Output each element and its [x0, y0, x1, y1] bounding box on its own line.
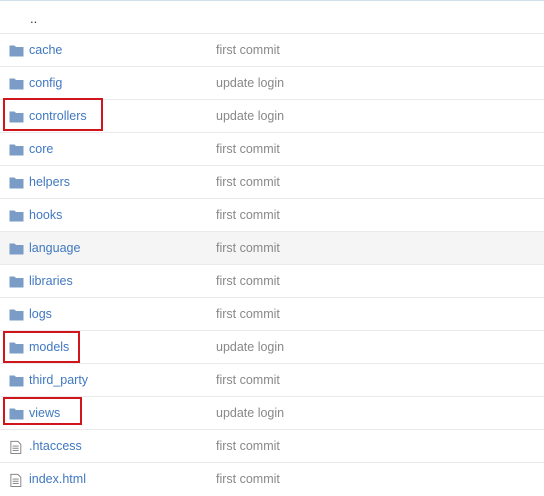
entry-name-link[interactable]: language	[29, 232, 80, 265]
folder-icon	[9, 309, 24, 321]
folder-icon	[9, 111, 24, 123]
list-item[interactable]: views update login	[0, 397, 544, 430]
commit-message[interactable]: first commit	[216, 232, 280, 265]
entry-name-link[interactable]: cache	[29, 34, 62, 67]
entry-name-link[interactable]: hooks	[29, 199, 62, 232]
commit-message[interactable]: first commit	[216, 364, 280, 397]
entry-name-link[interactable]: logs	[29, 298, 52, 331]
entry-name-link[interactable]: libraries	[29, 265, 73, 298]
list-item[interactable]: third_party first commit	[0, 364, 544, 397]
folder-icon	[9, 342, 24, 354]
commit-message[interactable]: first commit	[216, 463, 280, 496]
list-item[interactable]: cache first commit	[0, 34, 544, 67]
file-icon	[10, 473, 22, 487]
commit-message[interactable]: update login	[216, 397, 284, 430]
commit-message[interactable]: update login	[216, 100, 284, 133]
commit-message[interactable]: update login	[216, 67, 284, 100]
folder-icon	[9, 210, 24, 222]
commit-message[interactable]: first commit	[216, 199, 280, 232]
parent-directory-row[interactable]: ..	[0, 1, 544, 34]
commit-message[interactable]: update login	[216, 331, 284, 364]
list-item[interactable]: language first commit	[0, 232, 544, 265]
entry-name-link[interactable]: .htaccess	[29, 430, 82, 463]
entry-name-link[interactable]: core	[29, 133, 53, 166]
folder-icon	[9, 45, 24, 57]
list-item[interactable]: libraries first commit	[0, 265, 544, 298]
list-item[interactable]: core first commit	[0, 133, 544, 166]
commit-message[interactable]: first commit	[216, 265, 280, 298]
list-item[interactable]: helpers first commit	[0, 166, 544, 199]
list-item[interactable]: .htaccess first commit	[0, 430, 544, 463]
folder-icon	[9, 144, 24, 156]
entry-name-link[interactable]: index.html	[29, 463, 86, 496]
entry-name-link[interactable]: controllers	[29, 100, 87, 133]
list-item[interactable]: controllers update login	[0, 100, 544, 133]
folder-icon	[9, 276, 24, 288]
list-item[interactable]: logs first commit	[0, 298, 544, 331]
list-item[interactable]: models update login	[0, 331, 544, 364]
folder-icon	[9, 243, 24, 255]
commit-message[interactable]: first commit	[216, 133, 280, 166]
commit-message[interactable]: first commit	[216, 430, 280, 463]
list-item[interactable]: index.html first commit	[0, 463, 544, 496]
commit-message[interactable]: first commit	[216, 298, 280, 331]
folder-icon	[9, 375, 24, 387]
folder-icon	[9, 408, 24, 420]
entry-name-link[interactable]: helpers	[29, 166, 70, 199]
entry-name-link[interactable]: models	[29, 331, 69, 364]
folder-icon	[9, 177, 24, 189]
entry-name-link[interactable]: third_party	[29, 364, 88, 397]
file-icon	[10, 440, 22, 454]
commit-message[interactable]: first commit	[216, 34, 280, 67]
entry-name-link[interactable]: views	[29, 397, 60, 430]
commit-message[interactable]: first commit	[216, 166, 280, 199]
parent-directory-link[interactable]: ..	[30, 1, 37, 37]
list-item[interactable]: config update login	[0, 67, 544, 100]
folder-icon	[9, 78, 24, 90]
list-item[interactable]: hooks first commit	[0, 199, 544, 232]
entry-name-link[interactable]: config	[29, 67, 62, 100]
file-listing: .. cache first commit config update logi…	[0, 0, 544, 496]
